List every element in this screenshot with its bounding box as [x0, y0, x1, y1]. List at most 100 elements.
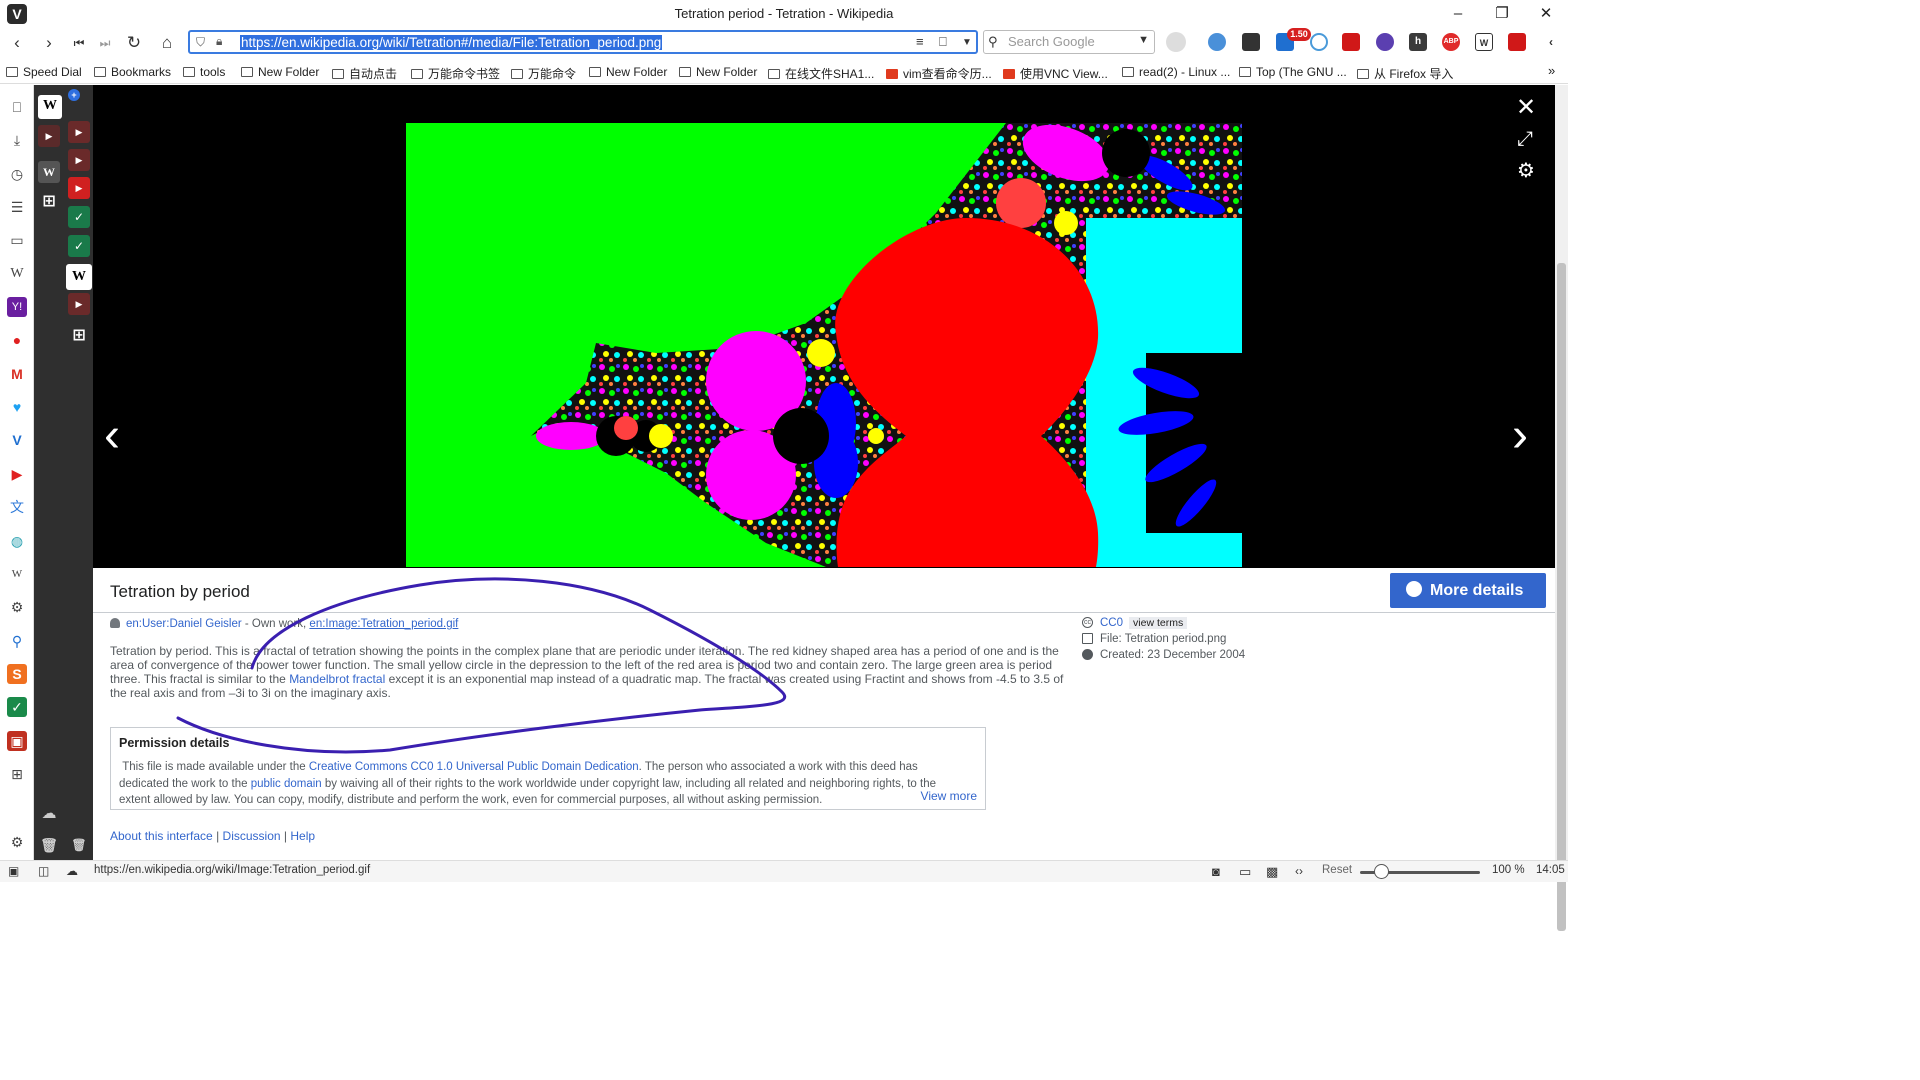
bookmark-vnc-viewer[interactable]: 使用VNC View...: [1003, 65, 1108, 82]
twitter-panel-icon[interactable]: ♥: [7, 397, 27, 417]
weibo-panel-icon[interactable]: ●: [7, 330, 27, 350]
tab-wikipedia-active[interactable]: W: [38, 95, 62, 119]
search-field[interactable]: ⚲ ▼: [983, 30, 1155, 54]
search-panel-icon[interactable]: ⚲: [7, 631, 27, 651]
trash2-icon[interactable]: 🗑︎: [68, 834, 90, 856]
bookmark-online-sha1[interactable]: 在线文件SHA1...: [768, 65, 874, 82]
tab-youtube-3[interactable]: ▶: [68, 149, 90, 171]
zoom-slider-handle[interactable]: [1374, 864, 1389, 879]
search-dropdown-icon[interactable]: ▼: [1138, 34, 1149, 46]
video-panel-icon[interactable]: ▶: [7, 464, 27, 484]
view-terms-button[interactable]: view terms: [1129, 617, 1188, 629]
next-image-icon[interactable]: ›: [1512, 412, 1528, 460]
globe-panel-icon[interactable]: ◍: [7, 531, 27, 551]
forward-icon[interactable]: ›: [38, 32, 60, 54]
page-actions-icon[interactable]: ‹›: [1295, 864, 1303, 878]
cc0-deed-link[interactable]: Creative Commons CC0 1.0 Universal Publi…: [309, 761, 639, 773]
minimize-button[interactable]: –: [1440, 2, 1476, 26]
extension-purple-icon[interactable]: [1376, 33, 1394, 51]
panel-toggle-icon[interactable]: ▣: [8, 864, 19, 878]
bookmark-auto-click[interactable]: 自动点击: [332, 65, 397, 82]
tab-youtube-2[interactable]: ▶: [68, 121, 90, 143]
extension-dark-icon[interactable]: [1242, 33, 1260, 51]
downloads-icon[interactable]: ⤓: [7, 130, 27, 150]
translate-panel-icon[interactable]: 文: [7, 497, 27, 517]
wikipedia-panel-icon[interactable]: W: [7, 264, 27, 284]
previous-image-icon[interactable]: ‹: [104, 412, 120, 460]
settings-panel-icon[interactable]: ⚙: [7, 597, 27, 617]
close-window-button[interactable]: ✕: [1528, 2, 1564, 26]
close-viewer-icon[interactable]: ✕: [1516, 96, 1536, 120]
tab-green-2[interactable]: ✓: [68, 235, 90, 257]
restore-button[interactable]: ❐: [1484, 2, 1520, 26]
bookmark-new-folder-1[interactable]: New Folder: [241, 65, 319, 79]
green-panel-icon[interactable]: ✓: [7, 697, 27, 717]
viewer-settings-icon[interactable]: ⚙: [1517, 158, 1535, 183]
bookmark-firefox-import[interactable]: 从 Firefox 导入: [1357, 65, 1453, 82]
view-more-link[interactable]: View more: [916, 789, 977, 803]
bookmark-read2-linux[interactable]: read(2) - Linux ...: [1122, 65, 1230, 79]
tab-wikipedia-3[interactable]: W: [66, 264, 92, 290]
extensions-overflow-icon[interactable]: ‹: [1542, 33, 1560, 51]
extension-w-icon[interactable]: W: [1475, 33, 1493, 51]
bookmark-bookmarks[interactable]: Bookmarks: [94, 65, 171, 79]
tab-youtube-5[interactable]: ▶: [68, 293, 90, 315]
discussion-link[interactable]: Discussion: [223, 829, 281, 843]
about-interface-link[interactable]: About this interface: [110, 829, 213, 843]
address-bar[interactable]: ⛉ 🔒︎ https://en.wikipedia.org/wiki/Tetra…: [188, 30, 978, 54]
adblock-plus-icon[interactable]: ABP: [1442, 33, 1460, 51]
reader-view-icon[interactable]: ≡: [916, 34, 924, 49]
panel-settings-icon[interactable]: ⚙: [7, 832, 27, 852]
bookmark-page-icon[interactable]: ⎕: [939, 34, 947, 50]
source-gif-link[interactable]: en:Image:Tetration_period.gif: [309, 618, 458, 630]
gmail-panel-icon[interactable]: M: [7, 364, 27, 384]
trash-icon[interactable]: 🗑︎: [38, 834, 60, 856]
add-panel-icon[interactable]: ⊞: [7, 764, 27, 784]
bookmarks-overflow-icon[interactable]: »: [1548, 63, 1555, 78]
bookmark-tools[interactable]: tools: [183, 65, 225, 79]
tab-tiling-icon[interactable]: ◫: [38, 864, 49, 878]
wiki2-panel-icon[interactable]: W: [7, 564, 27, 584]
extension-h-icon[interactable]: h: [1409, 33, 1427, 51]
new-tab-icon-2[interactable]: ⊞: [68, 325, 90, 347]
sync-cloud-icon[interactable]: ☁: [66, 864, 78, 878]
tab-youtube-1[interactable]: ▶: [38, 125, 60, 147]
history-icon[interactable]: ◷: [7, 164, 27, 184]
bookmark-speed-dial[interactable]: Speed Dial: [6, 65, 82, 79]
extension-red2-icon[interactable]: [1508, 33, 1526, 51]
bookmark-new-folder-2[interactable]: New Folder: [589, 65, 667, 79]
shield-icon[interactable]: ⛉: [196, 35, 205, 50]
bookmark-command-bookmarks[interactable]: 万能命令书签: [411, 65, 500, 82]
window-mode-icon[interactable]: ▭: [1239, 864, 1251, 880]
bookmark-vim-history[interactable]: vim查看命令历...: [886, 65, 992, 82]
notes-icon[interactable]: ☰: [7, 197, 27, 217]
home-icon[interactable]: ⌂: [156, 32, 178, 54]
tab-wikipedia-2[interactable]: W: [38, 161, 60, 183]
tab-green-1[interactable]: ✓: [68, 206, 90, 228]
bookmark-commands[interactable]: 万能命令: [511, 65, 576, 82]
scrollbar-thumb[interactable]: [1557, 263, 1566, 931]
page-scrollbar[interactable]: [1555, 85, 1568, 931]
window-panel-icon[interactable]: ▭: [7, 230, 27, 250]
cloud-icon[interactable]: ☁: [38, 803, 60, 825]
zoom-reset-button[interactable]: Reset: [1322, 864, 1352, 876]
rewind-icon[interactable]: ⏮: [68, 32, 90, 54]
search-engine-icon[interactable]: ⚲: [988, 34, 998, 50]
mandelbrot-link[interactable]: Mandelbrot fractal: [289, 672, 385, 686]
tab-add-icon[interactable]: +: [68, 89, 80, 101]
fast-forward-icon[interactable]: ⏭: [94, 32, 116, 54]
bookmark-gnu-top[interactable]: Top (The GNU ...: [1239, 65, 1347, 79]
extension-red-icon[interactable]: [1342, 33, 1360, 51]
new-tab-icon[interactable]: ⊞: [38, 191, 60, 213]
url-text[interactable]: https://en.wikipedia.org/wiki/Tetration#…: [240, 35, 663, 50]
public-domain-link[interactable]: public domain: [251, 778, 322, 790]
search-input[interactable]: [1008, 34, 1126, 49]
yahoo-panel-icon[interactable]: Y!: [7, 297, 27, 317]
reload-icon[interactable]: ↻: [123, 32, 145, 54]
extension-circle-icon[interactable]: [1310, 33, 1328, 51]
author-user-link[interactable]: en:User:Daniel Geisler: [126, 618, 242, 630]
fullscreen-icon[interactable]: ⤢: [1517, 128, 1533, 151]
s-panel-icon[interactable]: S: [7, 664, 27, 684]
capture-icon[interactable]: ◙: [1212, 864, 1220, 879]
tab-youtube-4[interactable]: ▶: [68, 177, 90, 199]
